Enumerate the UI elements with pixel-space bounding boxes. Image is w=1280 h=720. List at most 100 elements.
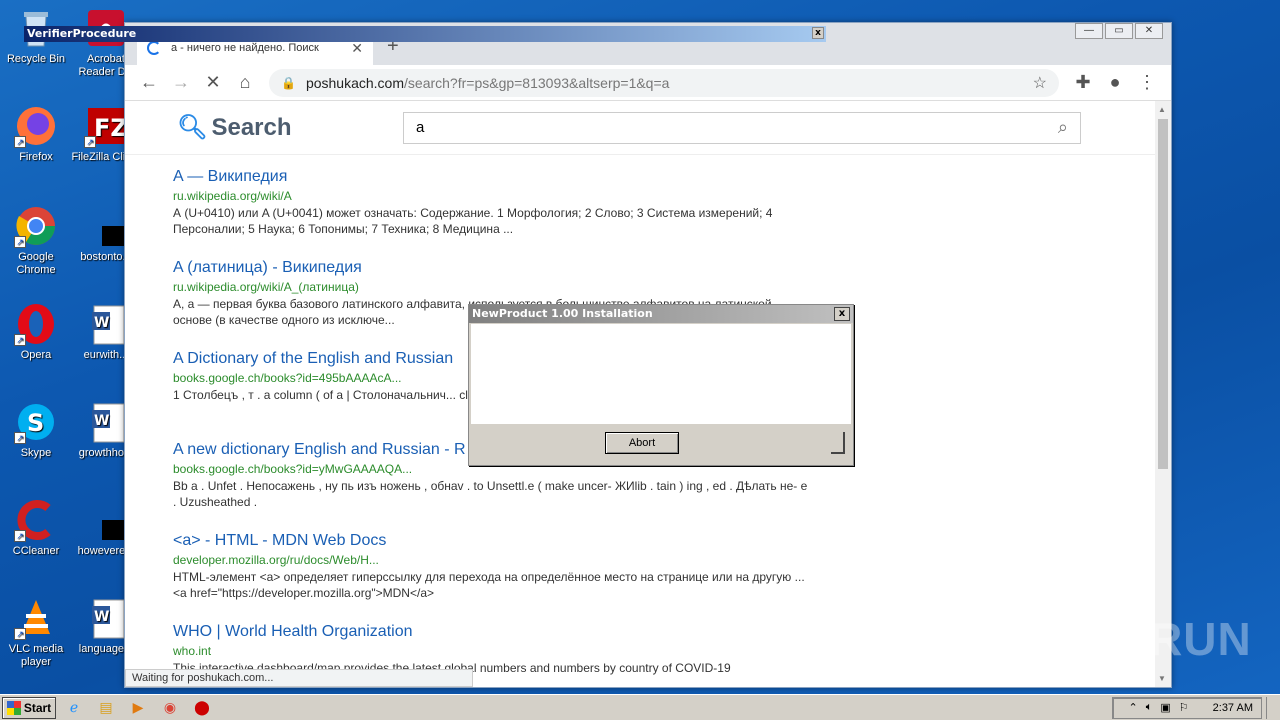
tab-close-icon[interactable]: ✕ xyxy=(351,40,363,57)
result-title-link[interactable]: A — Википедия xyxy=(173,167,813,187)
result-url: who.int xyxy=(173,644,212,658)
clock[interactable]: 2:37 AM xyxy=(1213,702,1253,714)
dialog-close-button[interactable]: x xyxy=(834,307,850,321)
address-bar[interactable]: 🔒 poshukach.com/search?fr=ps&gp=813093&a… xyxy=(269,68,1059,97)
dialog-body xyxy=(471,324,851,424)
forward-button[interactable]: → xyxy=(165,69,197,97)
taskbar-chrome-icon[interactable]: ◉ xyxy=(156,697,184,719)
result-snippet: А (U+0410) или A (U+0041) может означать… xyxy=(173,206,773,236)
word-document-icon: W xyxy=(84,400,128,444)
result-url: developer.mozilla.org/ru/docs/Web/H... xyxy=(173,553,379,567)
chrome-icon: ↗ xyxy=(14,204,58,248)
browser-toolbar: ← → ✕ ⌂ 🔒 poshukach.com/search?fr=ps&gp=… xyxy=(125,65,1171,101)
ccleaner-icon: ↗ xyxy=(14,498,58,542)
network-icon[interactable]: ▣ xyxy=(1160,701,1170,714)
desktop-icon-firefox[interactable]: ↗ Firefox xyxy=(0,104,72,164)
anyrun-watermark: ANY RUN xyxy=(1036,613,1252,665)
word-document-icon: W xyxy=(84,302,128,346)
windows-flag-icon xyxy=(6,700,21,715)
profile-button[interactable]: ● xyxy=(1099,69,1131,97)
url-host: poshukach.com xyxy=(305,74,405,91)
system-tray: ⌃ 🔈︎ ▣ ⚐ 2:37 AM xyxy=(1111,696,1262,719)
dialog-footer: Abort xyxy=(469,424,853,464)
firefox-icon: ↗ xyxy=(14,104,58,148)
vlc-icon: ↗ xyxy=(14,596,58,640)
desktop-icon-opera[interactable]: ↗ Opera xyxy=(0,302,72,362)
url-path: /search?fr=ps&gp=813093&altserp=1&q=a xyxy=(404,74,670,91)
stop-button[interactable]: ✕ xyxy=(197,69,229,97)
opera-icon: ↗ xyxy=(14,302,58,346)
taskbar-media-player-icon[interactable]: ▶ xyxy=(124,697,152,719)
site-header: 🔍︎ Search ⌕ xyxy=(125,101,1155,155)
result-snippet: HTML-элемент <a> определяет гиперссылку … xyxy=(173,570,805,600)
svg-text:W: W xyxy=(94,609,109,625)
back-button[interactable]: ← xyxy=(133,69,165,97)
taskbar-opera-icon[interactable]: ⬤ xyxy=(188,697,216,719)
desktop-icon-vlc[interactable]: ↗ VLC media player xyxy=(0,596,72,669)
file-icon xyxy=(84,204,142,248)
result-url: ru.wikipedia.org/wiki/A xyxy=(173,189,292,203)
loading-spinner-icon xyxy=(147,41,161,55)
result-item: <a> - HTML - MDN Web Docs developer.mozi… xyxy=(173,531,813,622)
volume-icon[interactable]: 🔈︎ xyxy=(1146,701,1153,714)
filezilla-icon: FZ ↗ xyxy=(84,104,128,148)
dialog-resize-grip[interactable] xyxy=(831,432,845,454)
window-controls: — ▭ ✕ xyxy=(1073,23,1163,39)
close-window-button[interactable]: ✕ xyxy=(1135,23,1163,39)
back-arrow-icon: ← xyxy=(140,72,158,92)
verifier-title-bar[interactable]: VerifierProcedure x xyxy=(24,26,826,42)
tray-expand-icon[interactable]: ⌃ xyxy=(1129,701,1138,714)
minimize-button[interactable]: — xyxy=(1075,23,1103,39)
scrollbar-thumb[interactable] xyxy=(1158,119,1168,469)
page-scrollbar[interactable]: ▲ ▼ xyxy=(1155,101,1171,687)
abort-button[interactable]: Abort xyxy=(605,432,679,454)
verifier-close-button[interactable]: x xyxy=(812,27,824,39)
search-input[interactable] xyxy=(416,119,1058,136)
dialog-title: NewProduct 1.00 Installation xyxy=(472,307,653,320)
start-button[interactable]: Start xyxy=(2,696,56,719)
puzzle-icon: ✚ xyxy=(1075,72,1091,92)
lock-icon: 🔒 xyxy=(281,75,296,90)
home-icon: ⌂ xyxy=(239,72,251,92)
kebab-menu-icon: ⋮ xyxy=(1138,72,1156,92)
svg-text:W: W xyxy=(94,413,109,429)
dialog-title-bar[interactable]: NewProduct 1.00 Installation x xyxy=(469,305,853,323)
installer-dialog: NewProduct 1.00 Installation x Abort xyxy=(468,304,854,466)
taskbar-explorer-icon[interactable]: ▤ xyxy=(92,697,120,719)
show-desktop-button[interactable] xyxy=(1266,696,1280,719)
desktop-icon-skype[interactable]: S ↗ Skype xyxy=(0,400,72,460)
skype-icon: S ↗ xyxy=(14,400,58,444)
scroll-down-icon[interactable]: ▼ xyxy=(1158,674,1166,683)
svg-text:W: W xyxy=(94,315,109,331)
start-label: Start xyxy=(23,700,52,715)
result-item: A — Википедия ru.wikipedia.org/wiki/A А … xyxy=(173,167,813,258)
svg-text:S: S xyxy=(27,409,44,437)
bookmark-star-icon[interactable]: ☆ xyxy=(1033,73,1047,93)
scroll-up-icon[interactable]: ▲ xyxy=(1158,105,1166,114)
stop-icon: ✕ xyxy=(205,72,221,92)
taskbar: Start ℯ ▤ ▶ ◉ ⬤ ⌃ 🔈︎ ▣ ⚐ 2:37 AM xyxy=(0,694,1280,720)
menu-button[interactable]: ⋮ xyxy=(1131,69,1163,97)
desktop-icon-ccleaner[interactable]: ↗ CCleaner xyxy=(0,498,72,558)
result-title-link[interactable]: <a> - HTML - MDN Web Docs xyxy=(173,531,813,551)
svg-text:FZ: FZ xyxy=(94,114,128,142)
desktop-icon-chrome[interactable]: ↗ Google Chrome xyxy=(0,204,72,277)
search-box: ⌕ xyxy=(403,111,1081,144)
home-button[interactable]: ⌂ xyxy=(229,69,261,97)
word-document-icon: W xyxy=(84,596,128,640)
status-bar: Waiting for poshukach.com... xyxy=(125,669,473,687)
extensions-button[interactable]: ✚ xyxy=(1067,69,1099,97)
maximize-button[interactable]: ▭ xyxy=(1105,23,1133,39)
file-icon xyxy=(84,498,142,542)
search-icon[interactable]: ⌕ xyxy=(1058,117,1068,138)
logo-text: Search xyxy=(211,113,292,141)
site-logo[interactable]: 🔍︎ Search xyxy=(177,113,357,142)
forward-arrow-icon: → xyxy=(172,72,190,92)
magnifier-icon: 🔍︎ xyxy=(177,114,208,141)
action-center-icon[interactable]: ⚐ xyxy=(1179,701,1189,714)
result-title-link[interactable]: WHO | World Health Organization xyxy=(173,622,813,642)
taskbar-ie-icon[interactable]: ℯ xyxy=(60,697,88,719)
result-title-link[interactable]: A (латиница) - Википедия xyxy=(173,258,813,278)
tab-title: а - ничего не найдено. Поиск xyxy=(171,42,319,54)
result-url: ru.wikipedia.org/wiki/A_(латиница) xyxy=(173,280,359,294)
